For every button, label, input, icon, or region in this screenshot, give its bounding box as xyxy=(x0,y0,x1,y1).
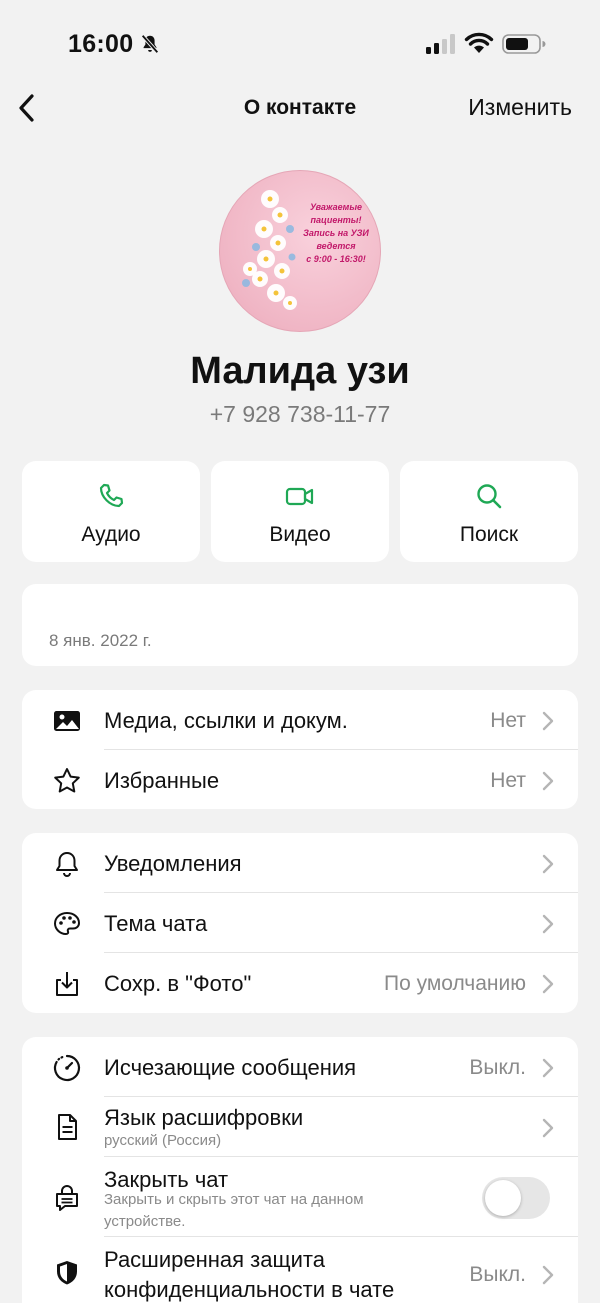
chevron-right-icon xyxy=(542,711,554,731)
chevron-right-icon xyxy=(542,854,554,874)
search-button[interactable]: Поиск xyxy=(400,461,578,562)
save-to-photos-row[interactable]: Сохр. в "Фото" По умолчанию xyxy=(22,953,578,1013)
contact-phone[interactable]: +7 928 738-11-77 xyxy=(0,401,600,428)
row-value: Нет xyxy=(490,709,526,732)
chevron-right-icon xyxy=(542,1058,554,1078)
audio-call-button[interactable]: Аудио xyxy=(22,461,200,562)
media-section: Медиа, ссылки и докум. Нет Избранные Нет xyxy=(22,690,578,809)
row-label-line2: конфиденциальности в чате xyxy=(104,1277,395,1302)
chevron-right-icon xyxy=(542,1118,554,1138)
lock-chat-icon xyxy=(56,1185,78,1211)
row-label: Исчезающие сообщения xyxy=(104,1055,357,1080)
timer-icon xyxy=(53,1054,81,1082)
row-value: Нет xyxy=(490,769,526,792)
document-icon xyxy=(58,1114,77,1140)
signal-icon xyxy=(426,34,455,54)
lock-chat-row[interactable]: Закрыть чат Закрыть и скрыть этот чат на… xyxy=(22,1157,578,1237)
row-value: По умолчанию xyxy=(383,972,526,995)
audio-label: Аудио xyxy=(81,523,141,546)
about-date: 8 янв. 2022 г. xyxy=(49,631,152,650)
row-label: Сохр. в "Фото" xyxy=(104,971,252,996)
disappearing-messages-row[interactable]: Исчезающие сообщения Выкл. xyxy=(22,1037,578,1097)
row-label: Медиа, ссылки и докум. xyxy=(104,708,348,733)
row-label: Тема чата xyxy=(104,911,208,936)
contact-name: Малида узи xyxy=(190,350,410,392)
advanced-privacy-row[interactable]: Расширенная защита конфиденциальности в … xyxy=(22,1237,578,1303)
status-bar: 16:00 xyxy=(0,0,600,88)
chevron-right-icon xyxy=(542,914,554,934)
video-label: Видео xyxy=(269,523,331,546)
bell-icon xyxy=(56,852,78,877)
lock-chat-toggle[interactable] xyxy=(482,1177,550,1219)
palette-icon xyxy=(53,911,81,936)
search-label: Поиск xyxy=(459,523,519,546)
settings-section: Уведомления Тема чата Сохр. в "Фото" По … xyxy=(22,833,578,1013)
starred-row[interactable]: Избранные Нет xyxy=(22,750,578,809)
shield-icon xyxy=(57,1261,77,1285)
video-icon xyxy=(285,487,314,506)
video-call-button[interactable]: Видео xyxy=(211,461,389,562)
transcription-language-row[interactable]: Язык расшифровки русский (Россия) xyxy=(22,1097,578,1157)
row-label: Избранные xyxy=(104,768,220,793)
navigation-bar: О контакте Изменить xyxy=(0,84,600,132)
wifi-icon xyxy=(464,32,494,53)
avatar-caption: Уважаемые пациенты! Запись на УЗИ ведетс… xyxy=(303,202,369,264)
edit-button[interactable]: Изменить xyxy=(468,94,572,121)
chevron-right-icon xyxy=(542,974,554,994)
row-sublabel: устройстве. xyxy=(104,1213,186,1230)
about-card: 8 янв. 2022 г. xyxy=(22,584,578,666)
row-value: Выкл. xyxy=(469,1056,526,1079)
media-links-docs-row[interactable]: Медиа, ссылки и докум. Нет xyxy=(22,690,578,750)
toggle-knob xyxy=(485,1180,521,1216)
avatar[interactable]: Уважаемые пациенты! Запись на УЗИ ведетс… xyxy=(219,170,381,332)
star-icon xyxy=(54,768,80,793)
row-label: Уведомления xyxy=(104,851,242,876)
chat-theme-row[interactable]: Тема чата xyxy=(22,893,578,953)
battery-icon xyxy=(502,34,546,54)
search-icon xyxy=(477,484,502,509)
privacy-section: Исчезающие сообщения Выкл. Язык расшифро… xyxy=(22,1037,578,1303)
row-sublabel: Закрыть и скрыть этот чат на данном xyxy=(104,1191,364,1208)
image-icon xyxy=(54,711,80,731)
row-label: Язык расшифровки xyxy=(104,1105,304,1130)
save-download-icon xyxy=(56,972,78,996)
status-time: 16:00 xyxy=(68,30,134,58)
row-label: Расширенная защита xyxy=(104,1247,325,1272)
notifications-row[interactable]: Уведомления xyxy=(22,833,578,893)
bell-slash-icon xyxy=(141,34,159,54)
row-sublabel: русский (Россия) xyxy=(104,1132,222,1149)
phone-icon xyxy=(99,483,124,508)
chevron-right-icon xyxy=(542,1265,554,1285)
chevron-right-icon xyxy=(542,771,554,791)
row-value: Выкл. xyxy=(469,1263,526,1286)
